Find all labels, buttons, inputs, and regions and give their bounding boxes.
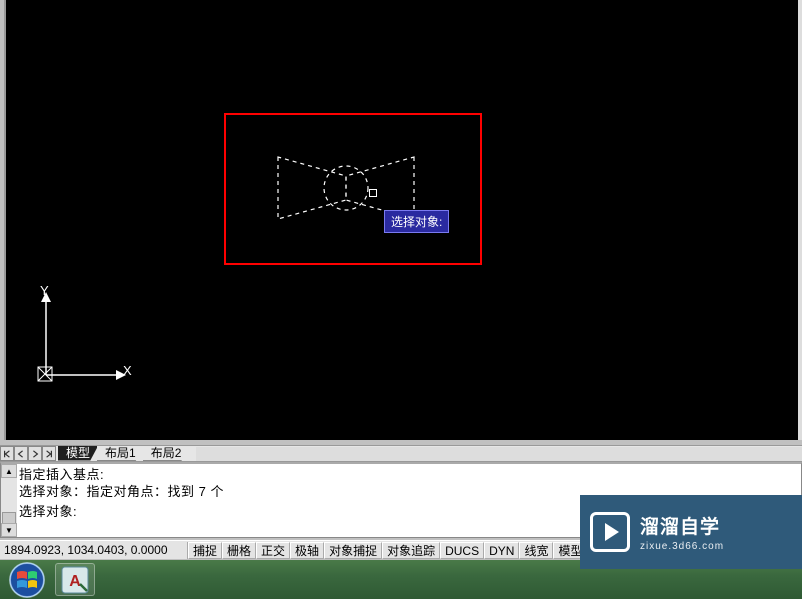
status-ducs[interactable]: DUCS [440,542,484,559]
ucs-icon: X Y [34,280,134,393]
svg-text:A: A [69,573,81,590]
cad-viewport[interactable]: 选择对象: X Y [4,0,802,440]
status-dyn[interactable]: DYN [484,542,519,559]
watermark-play-icon [590,512,630,552]
watermark-url: zixue.3d66.com [640,541,792,552]
start-button[interactable] [3,562,51,598]
tab-nav-prev[interactable] [14,446,28,461]
tab-nav-first[interactable] [0,446,14,461]
taskbar-app-autocad[interactable]: A [55,563,95,596]
tab-layout2[interactable]: 布局2 [143,446,190,461]
layout-tabs-row: 模型 布局1 布局2 [0,445,802,462]
watermark-title: 溜溜自学 [640,512,792,539]
status-ortho[interactable]: 正交 [256,542,290,559]
status-polar[interactable]: 极轴 [290,542,324,559]
status-grid[interactable]: 栅格 [222,542,256,559]
ucs-x-label: X [123,363,132,378]
command-scrollbar[interactable]: ▲ ▼ [1,464,17,537]
tab-nav-last[interactable] [42,446,56,461]
status-lwt[interactable]: 线宽 [519,542,553,559]
tab-model[interactable]: 模型 [58,446,98,461]
cmd-scroll-up[interactable]: ▲ [1,464,17,478]
watermark-overlay: 溜溜自学 zixue.3d66.com [580,495,802,569]
tab-nav-next[interactable] [28,446,42,461]
cmd-scroll-down[interactable]: ▼ [1,523,17,537]
ucs-y-label: Y [40,283,49,298]
cmd-line-1: 指定插入基点: [19,466,799,483]
layout-hscroll[interactable] [196,447,802,461]
status-snap[interactable]: 捕捉 [188,542,222,559]
status-osnap[interactable]: 对象捕捉 [324,542,382,559]
status-otrack[interactable]: 对象追踪 [382,542,440,559]
viewport-scrollbar-v[interactable] [798,0,802,440]
selection-tooltip: 选择对象: [384,210,449,233]
tab-layout1[interactable]: 布局1 [97,446,144,461]
status-coords: 1894.0923, 1034.0403, 0.0000 [0,542,188,559]
cursor-pickbox [369,189,377,197]
